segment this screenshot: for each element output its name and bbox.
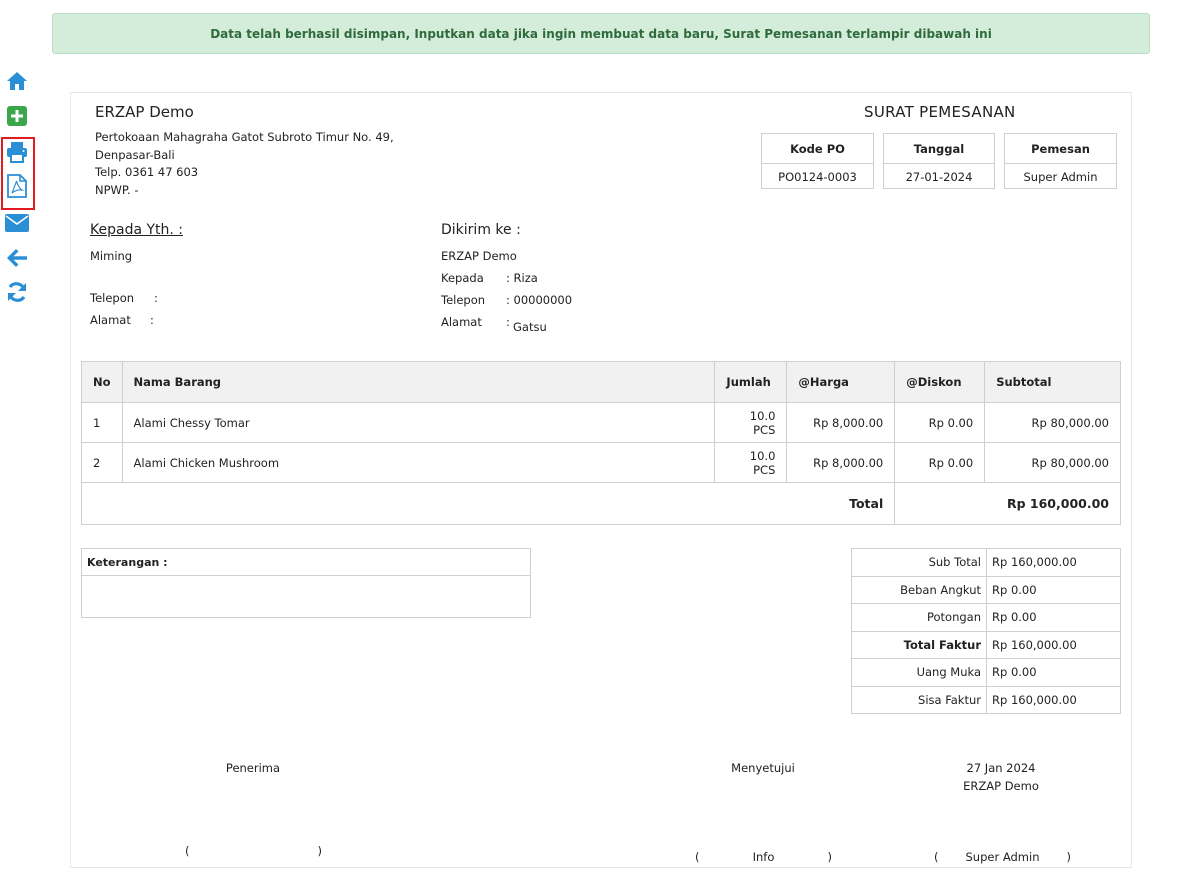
col-header-diskon: @Diskon	[894, 361, 986, 403]
cell-harga: Rp 8,000.00	[786, 402, 896, 443]
ship-to-phone-label: Telepon	[441, 293, 486, 307]
notes-box: Keterangan :	[81, 548, 531, 618]
notes-label: Keterangan :	[82, 549, 530, 576]
recipient-name: Miming	[90, 249, 133, 263]
kode-po-box: Kode PO PO0124-0003	[761, 133, 874, 189]
recipient-address-label: Alamat	[90, 313, 131, 327]
admin-name: Super Admin	[965, 850, 1040, 864]
ship-to-phone-value: : 00000000	[506, 293, 573, 307]
add-new-button[interactable]	[4, 103, 30, 129]
menyetujui-name: Info	[752, 850, 775, 864]
summary-value: Rp 0.00	[986, 575, 1121, 604]
email-button[interactable]	[4, 210, 30, 236]
company-name: ERZAP Demo	[95, 103, 194, 121]
menyetujui-label: Menyetujui	[731, 761, 795, 775]
summary-value: Rp 160,000.00	[986, 685, 1121, 714]
col-header-subtotal: Subtotal	[984, 361, 1121, 403]
home-icon	[7, 72, 27, 90]
tanggal-value: 27-01-2024	[905, 169, 973, 184]
refresh-icon	[8, 282, 26, 302]
items-table: No Nama Barang Jumlah @Harga @Diskon Sub…	[80, 361, 1121, 525]
total-label: Total	[80, 482, 896, 525]
kode-po-label: Kode PO	[762, 134, 873, 164]
total-value: Rp 160,000.00	[894, 482, 1121, 525]
back-button[interactable]	[4, 245, 30, 271]
cell-jumlah: 10.0 PCS	[714, 442, 788, 483]
cell-no: 1	[81, 402, 123, 443]
cell-jumlah: 10.0 PCS	[714, 402, 788, 443]
summary-value: Rp 0.00	[986, 658, 1121, 687]
cell-subtotal: Rp 80,000.00	[984, 442, 1121, 483]
cell-no: 2	[81, 442, 123, 483]
summary-label: Sisa Faktur	[851, 685, 987, 714]
summary-label: Beban Angkut	[851, 575, 987, 604]
col-header-jumlah: Jumlah	[714, 361, 788, 403]
summary-value: Rp 160,000.00	[986, 548, 1121, 577]
highlight-box	[1, 137, 35, 210]
summary-row-potongan: Potongan Rp 0.00	[851, 603, 1121, 632]
summary-label: Total Faktur	[851, 630, 987, 659]
envelope-icon	[5, 214, 29, 232]
cell-nama-barang: Alami Chessy Tomar	[121, 402, 716, 443]
summary-label: Uang Muka	[851, 658, 987, 687]
recipient-title: Kepada Yth. :	[90, 222, 184, 238]
summary-row-total-faktur: Total Faktur Rp 160,000.00	[851, 630, 1121, 659]
pemesan-box: Pemesan Super Admin	[1004, 133, 1117, 189]
ship-to-kepada-label: Kepada	[441, 271, 484, 285]
ship-to-company: ERZAP Demo	[441, 249, 517, 263]
pemesan-value: Super Admin	[1023, 169, 1098, 184]
ship-to-address-value: Gatsu	[513, 320, 547, 334]
penerima-label: Penerima	[225, 761, 281, 775]
ship-to-title: Dikirim ke :	[441, 222, 521, 238]
recipient-phone-value: :	[154, 291, 158, 305]
cell-diskon: Rp 0.00	[894, 442, 986, 483]
cell-nama-barang: Alami Chicken Mushroom	[121, 442, 716, 483]
menyetujui-signature-line: (Info)	[695, 850, 832, 864]
summary-label: Sub Total	[851, 548, 987, 577]
admin-signature-line: (Super Admin)	[934, 850, 1071, 864]
summary-row-subtotal: Sub Total Rp 160,000.00	[851, 548, 1121, 577]
summary-row-uang-muka: Uang Muka Rp 0.00	[851, 658, 1121, 687]
cell-subtotal: Rp 80,000.00	[984, 402, 1121, 443]
col-header-harga: @Harga	[786, 361, 896, 403]
col-header-nama-barang: Nama Barang	[121, 361, 716, 403]
company-info: ERZAP Demo Pertokoaan Mahagraha Gatot Su…	[95, 103, 394, 199]
ship-to-address-sep: :	[506, 315, 510, 329]
summary-row-sisa-faktur: Sisa Faktur Rp 160,000.00	[851, 685, 1121, 714]
penerima-signature-line: ()	[185, 844, 322, 858]
col-header-no: No	[81, 361, 123, 403]
refresh-button[interactable]	[4, 279, 30, 305]
arrow-left-icon	[7, 249, 27, 267]
summary-value: Rp 160,000.00	[986, 630, 1121, 659]
tanggal-label: Tanggal	[884, 134, 994, 164]
cell-harga: Rp 8,000.00	[786, 442, 896, 483]
table-row: 2 Alami Chicken Mushroom 10.0 PCS Rp 8,0…	[81, 442, 1121, 483]
company-phone: Telp. 0361 47 603	[95, 165, 199, 179]
tanggal-box: Tanggal 27-01-2024	[883, 133, 995, 189]
summary-row-beban-angkut: Beban Angkut Rp 0.00	[851, 575, 1121, 604]
signature-date: 27 Jan 2024	[966, 761, 1036, 775]
summary-table: Sub Total Rp 160,000.00 Beban Angkut Rp 0.…	[851, 548, 1121, 714]
signature-company: ERZAP Demo	[963, 779, 1039, 793]
summary-value: Rp 0.00	[986, 603, 1121, 632]
ship-to-address-label: Alamat	[441, 315, 482, 329]
company-address-line1: Pertokoaan Mahagraha Gatot Subroto Timur…	[95, 130, 394, 144]
pemesan-label: Pemesan	[1005, 134, 1116, 164]
recipient-phone-label: Telepon	[90, 291, 135, 305]
document-title: SURAT PEMESANAN	[864, 103, 1016, 121]
company-address-line2: Denpasar-Bali	[95, 147, 175, 162]
total-row: Total Rp 160,000.00	[80, 482, 1121, 525]
plus-square-icon	[7, 106, 27, 126]
company-npwp: NPWP. -	[95, 182, 139, 197]
kode-po-value: PO0124-0003	[778, 169, 857, 184]
success-alert-text: Data telah berhasil disimpan, Inputkan d…	[210, 26, 992, 41]
cell-diskon: Rp 0.00	[894, 402, 986, 443]
ship-to-kepada-value: : Riza	[506, 271, 538, 285]
home-button[interactable]	[4, 68, 30, 94]
table-row: 1 Alami Chessy Tomar 10.0 PCS Rp 8,000.0…	[81, 402, 1121, 443]
recipient-address-value: :	[150, 313, 154, 327]
summary-label: Potongan	[851, 603, 987, 632]
items-header-row: No Nama Barang Jumlah @Harga @Diskon Sub…	[81, 361, 1121, 403]
success-alert: Data telah berhasil disimpan, Inputkan d…	[52, 13, 1150, 54]
